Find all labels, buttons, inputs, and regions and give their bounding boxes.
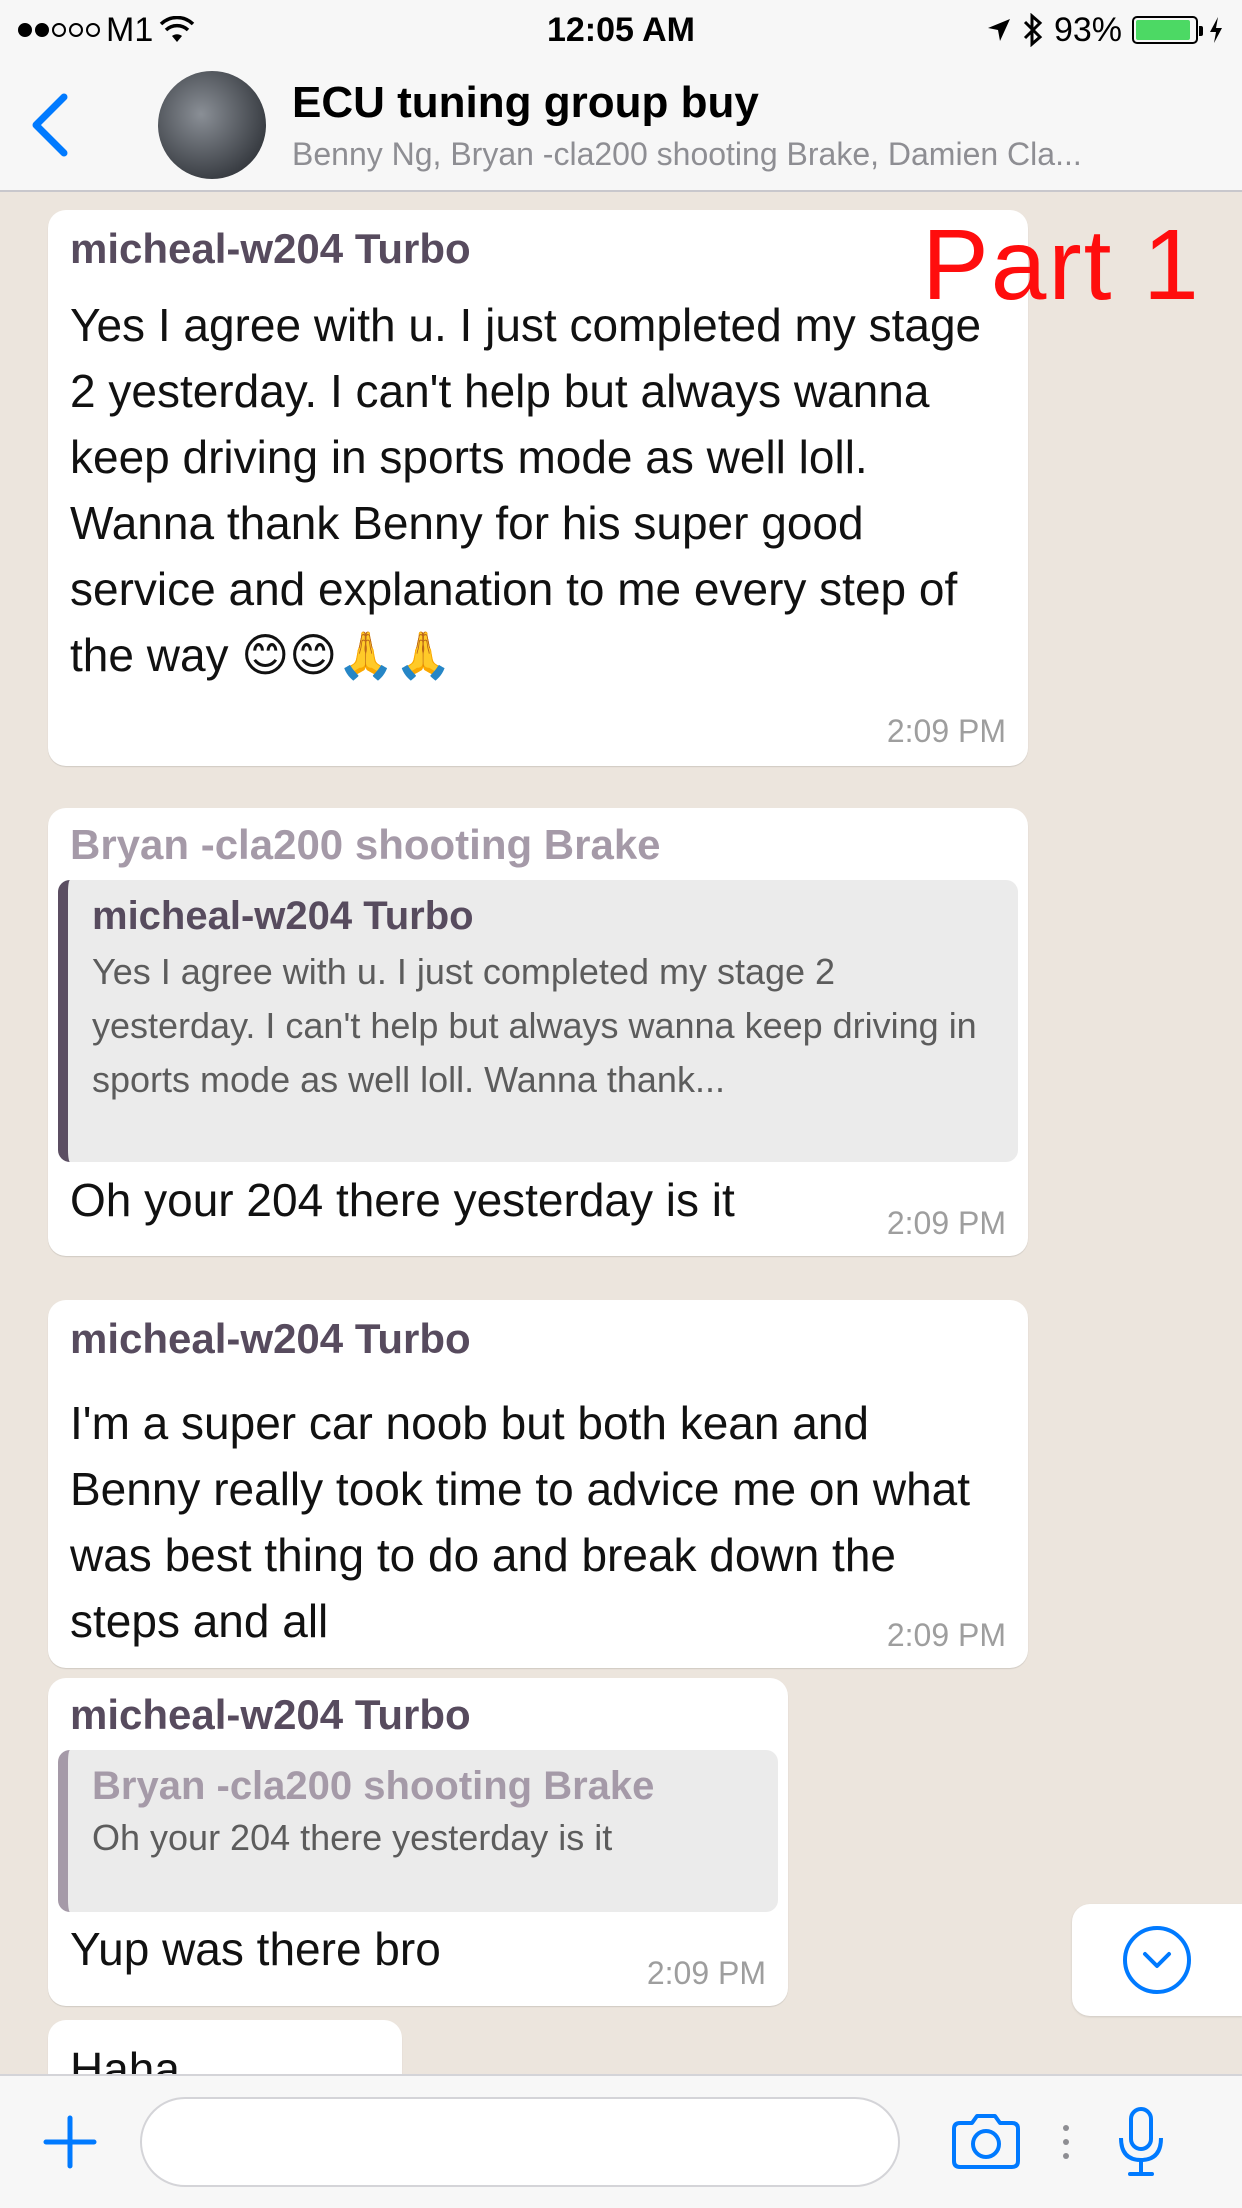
separator-dots: [1046, 2122, 1086, 2162]
message-text: Yes I agree with u. I just completed my …: [70, 299, 982, 682]
bluetooth-icon: [1023, 13, 1043, 47]
message-time: 2:09 PM: [886, 1617, 1006, 1653]
status-bar: M1 12:05 AM 93%: [0, 0, 1242, 60]
chevron-down-circle-icon: [1123, 1926, 1191, 1994]
chat-info[interactable]: ECU tuning group buy Benny Ng, Bryan -cl…: [292, 78, 1242, 173]
quoted-text: Oh your 204 there yesterday is it: [92, 1817, 613, 1859]
message-sender: micheal-w204 Turbo: [70, 1315, 471, 1362]
message-time: 2:09 PM: [646, 1955, 766, 1991]
message-sender: Bryan -cla200 shooting Brake: [70, 821, 661, 868]
status-time: 12:05 AM: [546, 10, 696, 49]
signal-strength-icon: [18, 23, 100, 37]
message-time: 2:09 PM: [886, 1205, 1006, 1241]
plus-icon: [43, 2115, 97, 2169]
message-time: 2:09 PM: [886, 713, 1006, 749]
charging-bolt-icon: [1210, 17, 1222, 43]
attach-button[interactable]: [0, 2076, 140, 2208]
battery-percent: 93%: [1053, 10, 1122, 49]
chat-members: Benny Ng, Bryan -cla200 shooting Brake, …: [292, 135, 1082, 172]
quoted-text: Yes I agree with u. I just completed my …: [92, 951, 977, 1101]
battery-fill: [1136, 20, 1190, 40]
message-bubble[interactable]: Bryan -cla200 shooting Brake micheal-w20…: [48, 808, 1028, 1256]
chevron-left-icon: [32, 93, 68, 157]
status-left: M1: [18, 11, 418, 50]
message-bubble[interactable]: Haha: [48, 2020, 402, 2074]
message-bubble[interactable]: micheal-w204 Turbo I'm a super car noob …: [48, 1300, 1028, 1668]
quoted-sender: micheal-w204 Turbo: [92, 894, 474, 939]
carrier-label: M1: [106, 10, 154, 49]
chat-header: ECU tuning group buy Benny Ng, Bryan -cl…: [0, 60, 1242, 192]
message-text: I'm a super car noob but both kean and B…: [70, 1397, 971, 1648]
status-right: 93%: [824, 11, 1224, 50]
microphone-button[interactable]: [1086, 2076, 1196, 2208]
message-input[interactable]: [140, 2097, 900, 2187]
message-list[interactable]: micheal-w204 Turbo Yes I agree with u. I…: [0, 194, 1242, 2074]
message-sender: micheal-w204 Turbo: [70, 225, 471, 272]
message-bubble[interactable]: micheal-w204 Turbo Yes I agree with u. I…: [48, 210, 1028, 766]
location-arrow-icon: [987, 19, 1010, 41]
quoted-sender: Bryan -cla200 shooting Brake: [92, 1764, 655, 1809]
group-avatar[interactable]: [158, 71, 266, 179]
message-bubble[interactable]: micheal-w204 Turbo Bryan -cla200 shootin…: [48, 1678, 788, 2006]
message-text: Oh your 204 there yesterday is it: [70, 1174, 735, 1227]
microphone-icon: [1119, 2107, 1163, 2176]
input-bar: [0, 2074, 1242, 2208]
message-sender: micheal-w204 Turbo: [70, 1691, 471, 1738]
camera-button[interactable]: [926, 2076, 1046, 2208]
overlay-label: Part 1: [922, 209, 1201, 321]
battery-icon: [1132, 16, 1203, 44]
quoted-message[interactable]: micheal-w204 Turbo Yes I agree with u. I…: [58, 880, 1018, 1163]
quoted-message[interactable]: Bryan -cla200 shooting Brake Oh your 204…: [58, 1750, 778, 1913]
chat-title: ECU tuning group buy: [292, 77, 759, 127]
wifi-icon: [160, 16, 195, 42]
scroll-to-bottom-button[interactable]: [1072, 1904, 1242, 2016]
message-text: Haha: [70, 2043, 180, 2074]
back-button[interactable]: [0, 60, 100, 190]
camera-icon: [952, 2114, 1020, 2169]
